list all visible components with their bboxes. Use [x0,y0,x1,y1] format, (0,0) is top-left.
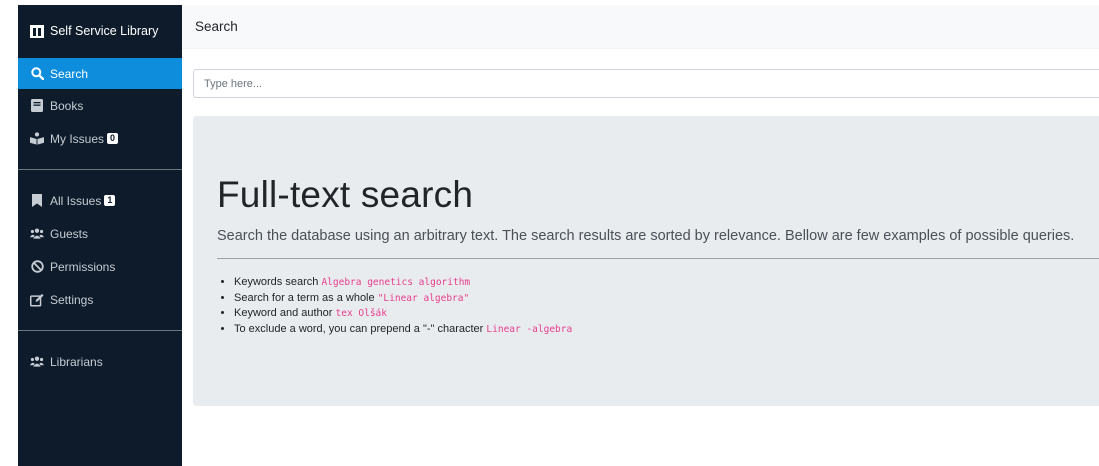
example-query: tex Olšák [335,308,387,319]
search-field-wrapper [193,69,1099,98]
sidebar-item-label: Librarians [50,354,103,369]
divider [217,258,1099,259]
sidebar-item-label: My Issues [50,131,105,146]
list-item: Keyword and author tex Olšák [234,306,572,322]
search-icon [30,67,44,81]
example-text: To exclude a word, you can prepend a "-"… [234,322,487,335]
list-item: Keywords search Algebra genetics algorit… [234,275,572,291]
sidebar: Self Service Library Search Books My Iss… [18,5,182,466]
users-icon [30,227,44,241]
ban-icon [30,260,44,274]
sidebar-item-settings[interactable]: Settings [18,283,182,316]
sidebar-item-label: Permissions [50,259,116,274]
example-text: Search for a term as a whole [234,291,378,304]
sidebar-item-librarians[interactable]: Librarians [18,345,182,378]
list-item: To exclude a word, you can prepend a "-"… [234,322,572,338]
book-icon [30,99,44,113]
header-bar: Search [182,5,1099,49]
search-input[interactable] [193,69,1099,98]
brand[interactable]: Self Service Library [18,5,182,58]
sidebar-item-my-issues[interactable]: My Issues 0 [18,122,182,155]
example-text: Keywords search [234,276,322,288]
jumbotron-title: Full-text search [217,174,474,215]
sidebar-item-label: Books [50,98,84,113]
list-item: Search for a term as a whole "Linear alg… [234,291,572,307]
sidebar-item-label: Search [50,66,89,81]
sidebar-item-label: Guests [50,226,89,241]
all-issues-count-badge: 1 [104,195,116,206]
reading-icon [30,132,44,146]
example-query: Linear -algebra [486,323,573,335]
example-text: Keyword and author [234,307,336,319]
sidebar-item-guests[interactable]: Guests [18,217,182,250]
sidebar-item-label: All Issues [50,193,102,208]
brand-title: Self Service Library [50,24,159,38]
edit-icon [30,293,44,307]
example-query: Algebra genetics algorithm [321,277,471,288]
book-open-icon [30,24,44,38]
issues-count-badge: 0 [107,133,119,144]
example-query: "Linear algebra" [377,292,470,304]
jumbotron: Full-text search Search the database usi… [193,116,1099,406]
sidebar-item-permissions[interactable]: Permissions [18,250,182,283]
window-frame-left [0,0,18,466]
users-icon [30,355,44,369]
bookmark-icon [30,194,44,208]
sidebar-item-label: Settings [50,292,94,307]
page-title: Search [195,19,238,34]
sidebar-item-all-issues[interactable]: All Issues 1 [18,184,182,217]
sidebar-item-search[interactable]: Search [18,58,182,89]
examples-list: Keywords search Algebra genetics algorit… [234,275,572,337]
main-content: Search Full-text search Search the datab… [182,5,1099,466]
sidebar-item-books[interactable]: Books [18,89,182,122]
jumbotron-lead: Search the database using an arbitrary t… [217,228,1075,244]
